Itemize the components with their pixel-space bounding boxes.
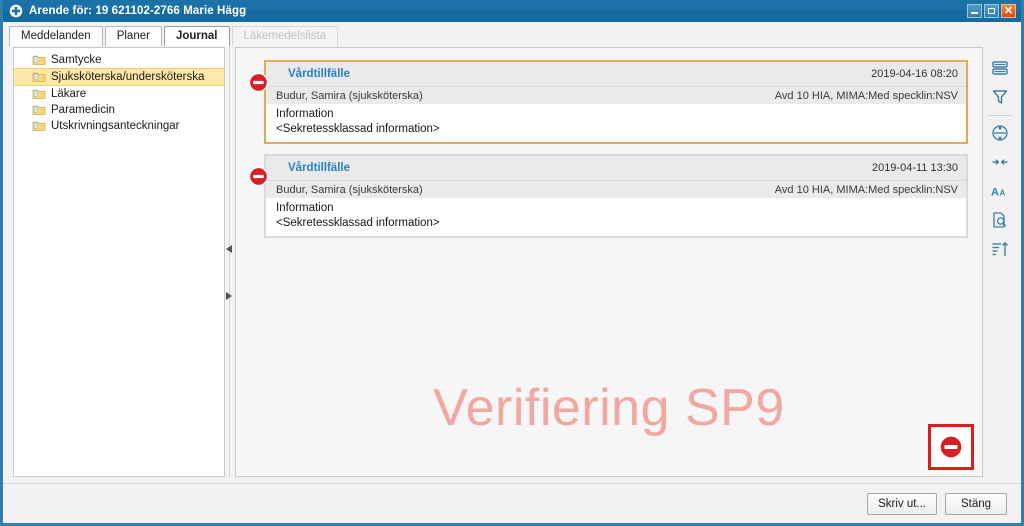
right-toolbar: A A bbox=[983, 47, 1017, 477]
record-header: Vårdtillfälle 2019-04-11 13:30 bbox=[266, 156, 966, 180]
font-size-icon[interactable]: A A bbox=[987, 178, 1013, 204]
record-header: Vårdtillfälle 2019-04-16 08:20 bbox=[266, 62, 966, 86]
tab-lakemedelslista: Läkemedelslista bbox=[231, 26, 338, 46]
list-rows-icon[interactable] bbox=[987, 55, 1013, 81]
tab-meddelanden[interactable]: Meddelanden bbox=[9, 26, 103, 46]
record-section-label: Information bbox=[276, 202, 334, 214]
sidebar-item-utskrivningsanteckningar[interactable]: Utskrivningsanteckningar bbox=[14, 118, 224, 134]
deny-icon bbox=[248, 166, 269, 187]
journal-tree-panel: Samtycke Sjuksköterska/undersköterska Lä… bbox=[13, 47, 225, 477]
folder-icon bbox=[32, 55, 46, 65]
medical-cross-icon bbox=[9, 4, 23, 18]
tab-bar: Meddelanden Planer Journal Läkemedelslis… bbox=[3, 22, 1021, 46]
title-bar: Ärende för: 19 621102-2766 Marie Hägg ✕ bbox=[3, 0, 1021, 22]
table-row[interactable]: Vårdtillfälle 2019-04-16 08:20 Budur, Sa… bbox=[248, 60, 968, 144]
window-controls: ✕ bbox=[967, 4, 1019, 18]
record-meta: Budur, Samira (sjuksköterska) Avd 10 HIA… bbox=[266, 86, 966, 104]
triangle-right-icon[interactable] bbox=[226, 292, 232, 300]
footer-bar: Skriv ut... Stäng bbox=[3, 483, 1021, 523]
record-author: Budur, Samira (sjuksköterska) bbox=[276, 183, 423, 196]
table-row[interactable]: Vårdtillfälle 2019-04-11 13:30 Budur, Sa… bbox=[248, 154, 968, 238]
record-body: Information <Sekretessklassad informatio… bbox=[266, 198, 966, 236]
folder-icon bbox=[32, 72, 46, 82]
folder-icon bbox=[32, 121, 46, 131]
sidebar-item-label: Samtycke bbox=[51, 54, 102, 66]
window-title: Ärende för: 19 621102-2766 Marie Hägg bbox=[29, 5, 247, 17]
svg-text:A: A bbox=[1000, 189, 1006, 198]
minimize-icon bbox=[971, 12, 978, 14]
close-button[interactable]: ✕ bbox=[1001, 4, 1016, 18]
sidebar-item-lakare[interactable]: Läkare bbox=[14, 86, 224, 102]
deny-icon bbox=[248, 72, 269, 93]
record-list: Vårdtillfälle 2019-04-16 08:20 Budur, Sa… bbox=[236, 48, 982, 238]
filter-funnel-icon[interactable] bbox=[987, 84, 1013, 110]
svg-text:A: A bbox=[991, 187, 999, 199]
content-wrapper: Vårdtillfälle 2019-04-16 08:20 Budur, Sa… bbox=[235, 47, 1017, 477]
sidebar-item-label: Utskrivningsanteckningar bbox=[51, 120, 180, 132]
print-button[interactable]: Skriv ut... bbox=[867, 492, 937, 515]
record-title-link[interactable]: Vårdtillfälle bbox=[288, 68, 350, 80]
record-unit: Avd 10 HIA, MIMA:Med specklin:NSV bbox=[774, 89, 958, 102]
record-author: Budur, Samira (sjuksköterska) bbox=[276, 89, 423, 102]
record-section-value: <Sekretessklassad information> bbox=[276, 217, 440, 229]
journal-records-pane: Vårdtillfälle 2019-04-16 08:20 Budur, Sa… bbox=[235, 47, 983, 477]
application-window: Ärende för: 19 621102-2766 Marie Hägg ✕ … bbox=[0, 0, 1024, 526]
panel-splitter[interactable] bbox=[225, 47, 235, 477]
deny-icon bbox=[938, 434, 964, 460]
close-dialog-button[interactable]: Stäng bbox=[945, 492, 1007, 515]
close-icon: ✕ bbox=[1003, 5, 1014, 17]
sidebar-item-label: Läkare bbox=[51, 88, 87, 100]
record-section-label: Information bbox=[276, 108, 334, 120]
folder-icon bbox=[32, 89, 46, 99]
tab-journal[interactable]: Journal bbox=[163, 26, 230, 46]
main-body: Samtycke Sjuksköterska/undersköterska Lä… bbox=[3, 46, 1021, 483]
sidebar-item-label: Paramedicin bbox=[51, 104, 115, 116]
maximize-icon bbox=[988, 8, 995, 14]
folder-icon bbox=[32, 105, 46, 115]
triangle-left-icon[interactable] bbox=[226, 245, 232, 253]
sidebar-item-samtycke[interactable]: Samtycke bbox=[14, 52, 224, 68]
status-badge bbox=[928, 424, 974, 470]
sidebar-item-sjukskoterska[interactable]: Sjuksköterska/undersköterska bbox=[14, 68, 224, 86]
minimize-button[interactable] bbox=[967, 4, 982, 18]
record-body: Information <Sekretessklassad informatio… bbox=[266, 104, 966, 142]
sort-ascending-icon[interactable] bbox=[987, 236, 1013, 262]
record-title-link[interactable]: Vårdtillfälle bbox=[288, 162, 350, 174]
record-unit: Avd 10 HIA, MIMA:Med specklin:NSV bbox=[774, 183, 958, 196]
sidebar-item-paramedicin[interactable]: Paramedicin bbox=[14, 102, 224, 118]
sidebar-item-label: Sjuksköterska/undersköterska bbox=[51, 71, 205, 83]
search-document-icon[interactable] bbox=[987, 207, 1013, 233]
maximize-button[interactable] bbox=[984, 4, 999, 18]
toolbar-divider bbox=[989, 115, 1011, 116]
record-date: 2019-04-11 13:30 bbox=[871, 162, 958, 174]
watermark-text: Verifiering SP9 bbox=[433, 379, 785, 437]
record-meta: Budur, Samira (sjuksköterska) Avd 10 HIA… bbox=[266, 180, 966, 198]
collapse-all-icon[interactable] bbox=[987, 149, 1013, 175]
record-section-value: <Sekretessklassad information> bbox=[276, 123, 440, 135]
splitter-line bbox=[229, 47, 230, 477]
expand-all-icon[interactable] bbox=[987, 120, 1013, 146]
record-date: 2019-04-16 08:20 bbox=[871, 68, 958, 80]
tab-planer[interactable]: Planer bbox=[104, 26, 162, 46]
